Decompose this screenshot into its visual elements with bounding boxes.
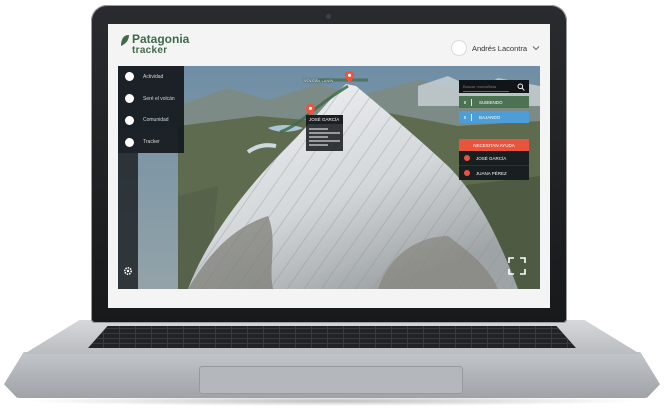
chevron-down-icon: [532, 46, 540, 51]
logo-line1: Patagonia: [132, 32, 190, 46]
leaf-logo-icon: [121, 35, 129, 46]
summit-label: VOLCÁN LANÍN: [304, 78, 334, 83]
side-menu: Actividad Seré el volcán Comunidad Track…: [118, 66, 184, 153]
sidebar-item-comunidad[interactable]: Comunidad: [118, 110, 184, 132]
right-panel: 8 SUBIENDO 5 BAJANDO NECESITAN AYUDA JOS…: [459, 80, 529, 180]
subiendo-filter[interactable]: 8 SUBIENDO: [459, 96, 529, 108]
popup-details: [306, 124, 343, 151]
map-pin-icon[interactable]: [345, 71, 354, 83]
bajando-count: 5: [463, 114, 467, 120]
sidebar-item-label: Tracker: [143, 139, 160, 146]
app-screen: Patagonia tracker Andrés Lacontra VOLCÁN…: [108, 24, 550, 308]
webcam: [326, 14, 331, 19]
popup-climber-name: JOSÉ GARCÍA: [306, 115, 343, 124]
logo[interactable]: Patagonia tracker: [120, 32, 190, 56]
bajando-filter[interactable]: 5 BAJANDO: [459, 111, 529, 123]
logo-text: Patagonia tracker: [132, 32, 190, 56]
search-icon[interactable]: [517, 83, 525, 91]
sidebar-item-volcan[interactable]: Seré el volcán: [118, 88, 184, 110]
help-person-row[interactable]: JUANA PÉREZ: [459, 165, 529, 180]
avatar: [450, 40, 467, 56]
logo-line2: tracker: [132, 45, 168, 56]
help-person-name: JUANA PÉREZ: [476, 170, 507, 176]
radio-dot: [125, 94, 134, 104]
subiendo-label: SUBIENDO: [479, 99, 503, 105]
laptop-keyboard: [88, 326, 576, 348]
help-person-name: JOSÉ GARCÍA: [476, 155, 507, 161]
user-name: Andrés Lacontra: [471, 43, 527, 53]
sidebar-item-label: Comunidad: [143, 117, 169, 124]
sidebar-item-label: Actividad: [143, 73, 164, 80]
help-header: NECESITAN AYUDA: [459, 139, 529, 151]
app-header: Patagonia tracker Andrés Lacontra: [108, 24, 550, 66]
laptop-trackpad: [199, 366, 463, 394]
bajando-label: BAJANDO: [479, 114, 501, 120]
radio-dot: [125, 115, 134, 125]
sidebar-item-label: Seré el volcán: [143, 95, 175, 102]
climber-popup[interactable]: JOSÉ GARCÍA: [306, 115, 343, 152]
help-person-row[interactable]: JOSÉ GARCÍA: [459, 151, 529, 165]
gear-icon[interactable]: [123, 266, 133, 276]
fullscreen-icon[interactable]: [507, 256, 527, 276]
sidebar-item-tracker[interactable]: Tracker: [118, 131, 184, 153]
user-menu[interactable]: Andrés Lacontra: [450, 40, 540, 56]
alert-dot: [464, 155, 470, 161]
subiendo-count: 8: [463, 99, 467, 105]
radio-dot: [125, 72, 134, 82]
alert-dot: [464, 170, 470, 176]
sidebar-item-actividad[interactable]: Actividad: [118, 66, 184, 88]
volcano-map[interactable]: VOLCÁN LANÍN JOSÉ GARCÍA Actividad Seré …: [118, 66, 540, 289]
search-box: [459, 80, 529, 93]
radio-dot: [125, 137, 134, 147]
search-input[interactable]: [463, 81, 509, 92]
